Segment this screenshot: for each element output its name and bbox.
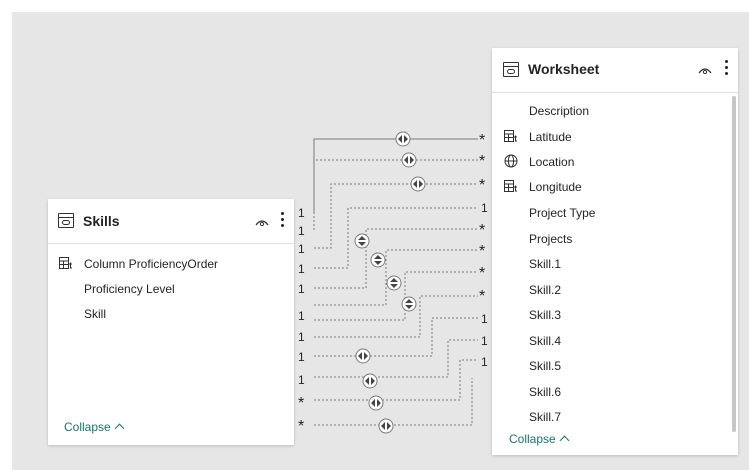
cardinality-label: 1: [298, 350, 305, 364]
collapse-button[interactable]: Collapse: [64, 420, 125, 434]
chevron-up-icon: [559, 435, 570, 446]
bidirectional-marker[interactable]: [354, 233, 370, 249]
collapse-label: Collapse: [509, 432, 556, 446]
model-canvas[interactable]: 1 1 1 1 1 1 1 1 1 * * * * * 1 * * * * 1 …: [0, 0, 749, 470]
globe-icon: [504, 154, 518, 168]
field-item[interactable]: Description: [529, 104, 589, 118]
cardinality-label: *: [298, 418, 304, 435]
cardinality-label: *: [479, 288, 485, 305]
eye-icon[interactable]: [698, 66, 712, 74]
cardinality-label: *: [479, 132, 485, 149]
cardinality-label: 1: [481, 312, 488, 326]
table-header[interactable]: Skills: [48, 199, 294, 244]
table-header[interactable]: Worksheet: [492, 48, 738, 93]
cardinality-label: *: [479, 222, 485, 239]
relationship-line-12[interactable]: [314, 378, 473, 426]
cardinality-label: *: [479, 265, 485, 282]
bidirectional-marker[interactable]: [368, 395, 384, 411]
bidirectional-marker[interactable]: [386, 275, 402, 291]
cardinality-label: 1: [298, 309, 305, 323]
cardinality-label: *: [479, 177, 485, 194]
field-item[interactable]: Skill.4: [529, 334, 561, 348]
field-item[interactable]: Skill.7: [529, 410, 561, 424]
cardinality-label: 1: [481, 201, 488, 215]
field-item[interactable]: Skill: [84, 307, 106, 321]
cardinality-label: *: [298, 395, 304, 412]
field-item[interactable]: Location: [529, 155, 574, 169]
field-item[interactable]: Column ProficiencyOrder: [84, 257, 218, 271]
collapse-label: Collapse: [64, 420, 111, 434]
relationship-line-2[interactable]: [313, 159, 478, 230]
bidirectional-marker[interactable]: [401, 296, 417, 312]
relationship-line-10[interactable]: [314, 339, 478, 378]
vertical-scrollbar[interactable]: [732, 96, 736, 432]
hierarchy-icon: [59, 257, 72, 269]
field-item[interactable]: Skill.3: [529, 308, 561, 322]
relationship-line-11[interactable]: [314, 359, 478, 401]
field-item[interactable]: Latitude: [529, 130, 572, 144]
table-title: Worksheet: [528, 61, 600, 77]
table-icon: [503, 62, 519, 77]
field-item[interactable]: Skill.6: [529, 385, 561, 399]
table-title: Skills: [83, 213, 120, 229]
cardinality-label: 1: [298, 330, 305, 344]
table-icon: [58, 213, 74, 228]
cardinality-label: *: [479, 153, 485, 170]
hierarchy-icon: [504, 180, 517, 192]
chevron-up-icon: [114, 423, 125, 434]
bidirectional-marker[interactable]: [362, 373, 378, 389]
cardinality-label: 1: [481, 334, 488, 348]
bidirectional-marker[interactable]: [395, 131, 411, 147]
cardinality-label: 1: [298, 224, 305, 238]
bidirectional-marker[interactable]: [410, 176, 426, 192]
more-options-icon[interactable]: [725, 60, 729, 76]
relationship-line-1[interactable]: [313, 138, 478, 212]
field-item[interactable]: Skill.1: [529, 257, 561, 271]
bidirectional-marker[interactable]: [401, 152, 417, 168]
field-item[interactable]: Proficiency Level: [84, 282, 175, 296]
relationship-line-3[interactable]: [314, 183, 478, 249]
cardinality-label: 1: [298, 282, 305, 296]
field-item[interactable]: Project Type: [529, 206, 595, 220]
cardinality-label: *: [479, 243, 485, 260]
skills-table-card[interactable]: Skills Column ProficiencyOrder Proficien…: [48, 199, 294, 445]
hierarchy-icon: [504, 130, 517, 142]
bidirectional-marker[interactable]: [378, 418, 394, 434]
worksheet-table-card[interactable]: Worksheet Description Latitude Location: [492, 48, 738, 455]
collapse-button[interactable]: Collapse: [509, 432, 570, 446]
field-item[interactable]: Longitude: [529, 180, 582, 194]
relationship-line-8[interactable]: [314, 295, 478, 338]
relationship-line-4[interactable]: [314, 207, 478, 269]
cardinality-label: 1: [298, 262, 305, 276]
field-item[interactable]: Projects: [529, 232, 572, 246]
cardinality-label: 1: [298, 206, 305, 220]
cardinality-label: 1: [298, 373, 305, 387]
bidirectional-marker[interactable]: [355, 348, 371, 364]
cardinality-label: 1: [298, 242, 305, 256]
field-item[interactable]: Skill.2: [529, 283, 561, 297]
eye-icon[interactable]: [255, 218, 269, 226]
bidirectional-marker[interactable]: [370, 252, 386, 268]
cardinality-label: 1: [481, 355, 488, 369]
more-options-icon[interactable]: [281, 212, 285, 228]
field-item[interactable]: Skill.5: [529, 359, 561, 373]
